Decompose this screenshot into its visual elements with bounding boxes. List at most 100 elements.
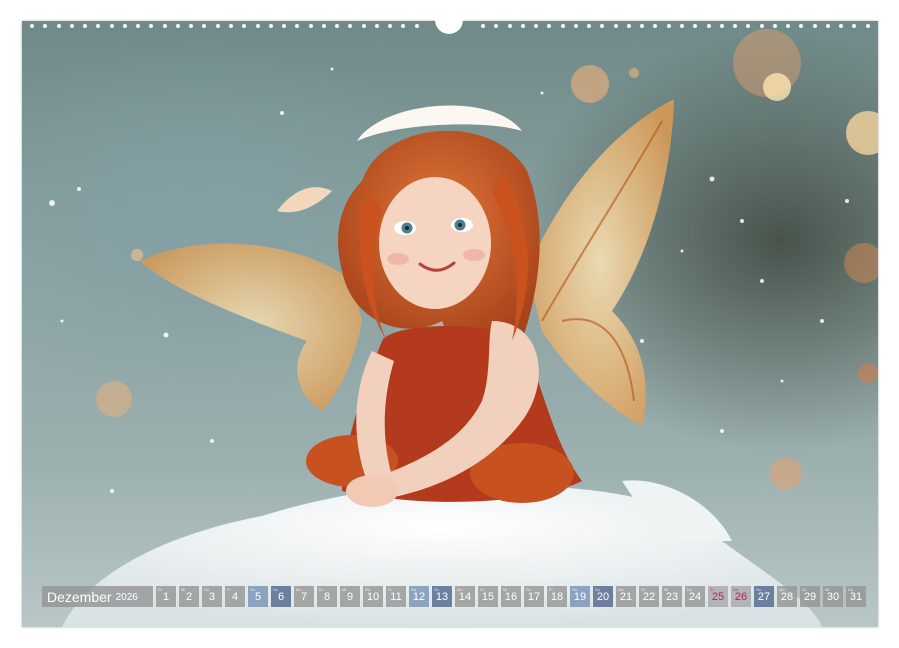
spiral-hole-icon <box>825 24 830 28</box>
day-cell: Mi 2 <box>179 586 199 607</box>
spiral-hole-icon <box>255 24 260 28</box>
spiral-hole-icon <box>215 24 220 28</box>
spiral-hole-icon <box>162 24 167 28</box>
day-number: 2 <box>185 591 193 603</box>
day-number: 29 <box>803 591 817 603</box>
day-number: 5 <box>254 591 262 603</box>
day-cell: Fr 4 <box>225 586 245 607</box>
day-number: 24 <box>688 591 702 603</box>
spiral-hole-icon <box>175 24 180 28</box>
day-number: 6 <box>277 591 285 603</box>
spiral-hole-icon <box>149 24 154 28</box>
day-cell: Di 29 <box>800 586 820 607</box>
spiral-hole-icon <box>494 24 499 28</box>
fairy-wing-right <box>527 99 674 426</box>
day-cell: Mo 14 <box>455 586 475 607</box>
day-cell: Fr 25 <box>708 586 728 607</box>
spiral-hole-icon <box>865 24 870 28</box>
spiral-hole-icon <box>242 24 247 28</box>
day-cell: Do 3 <box>202 586 222 607</box>
spiral-hole-icon <box>335 24 340 28</box>
fairy-face <box>379 177 491 309</box>
calendar-strip: Dezember 2026 Di 1 Mi 2 Do 3 Fr 4 Sa 5 So 6 Mo 7 Di 8 Mi… <box>42 586 866 607</box>
day-number: 16 <box>504 591 518 603</box>
day-number: 18 <box>550 591 564 603</box>
day-cell: Mo 28 <box>777 586 797 607</box>
spiral-hole-icon <box>401 24 406 28</box>
spiral-hole-icon <box>666 24 671 28</box>
day-cell: Do 17 <box>524 586 544 607</box>
day-number: 23 <box>665 591 679 603</box>
spiral-hole-icon <box>786 24 791 28</box>
day-cell: Do 24 <box>685 586 705 607</box>
month-name: Dezember <box>47 588 112 605</box>
spiral-hole-icon <box>308 24 313 28</box>
spiral-hole-icon <box>295 24 300 28</box>
day-cell: Mo 7 <box>294 586 314 607</box>
day-number: 13 <box>435 591 449 603</box>
spiral-hole-icon <box>96 24 101 28</box>
spiral-hole-icon <box>733 24 738 28</box>
day-number: 4 <box>231 591 239 603</box>
day-cell: Sa 12 <box>409 586 429 607</box>
day-cell: Mi 23 <box>662 586 682 607</box>
day-number: 31 <box>849 591 863 603</box>
spiral-hole-icon <box>772 24 777 28</box>
spiral-hole-icon <box>388 24 393 28</box>
spiral-hole-icon <box>282 24 287 28</box>
spiral-hole-icon <box>693 24 698 28</box>
spiral-hole-icon <box>799 24 804 28</box>
spiral-hole-icon <box>374 24 379 28</box>
spiral-hole-icon <box>321 24 326 28</box>
spiral-hole-icon <box>587 24 592 28</box>
day-number: 8 <box>323 591 331 603</box>
spiral-hole-icon <box>414 24 419 28</box>
day-cell: Di 15 <box>478 586 498 607</box>
spiral-hole-icon <box>746 24 751 28</box>
day-cell: Mi 16 <box>501 586 521 607</box>
day-number: 7 <box>300 591 308 603</box>
day-number: 15 <box>481 591 495 603</box>
bokeh-light <box>770 458 802 490</box>
spiral-hole-icon <box>481 24 486 28</box>
day-number: 27 <box>757 591 771 603</box>
day-cell: Mo 21 <box>616 586 636 607</box>
bokeh-light <box>571 65 609 103</box>
day-number: 22 <box>642 591 656 603</box>
month-year: 2026 <box>115 592 138 603</box>
spiral-hole-icon <box>759 24 764 28</box>
day-cell: So 6 <box>271 586 291 607</box>
day-number: 21 <box>619 591 633 603</box>
spiral-hole-icon <box>109 24 114 28</box>
day-number: 9 <box>346 591 354 603</box>
day-cell: Fr 11 <box>386 586 406 607</box>
day-number: 14 <box>458 591 472 603</box>
fairy-wing-left <box>140 243 362 411</box>
spiral-hole-icon <box>189 24 194 28</box>
spiral-hole-icon <box>839 24 844 28</box>
day-cell: So 27 <box>754 586 774 607</box>
bokeh-light <box>763 73 791 101</box>
day-cell: Mi 9 <box>340 586 360 607</box>
day-cell: Do 10 <box>363 586 383 607</box>
spiral-hole-icon <box>626 24 631 28</box>
spiral-hole-icon <box>852 24 857 28</box>
day-number: 28 <box>780 591 794 603</box>
day-cell: So 20 <box>593 586 613 607</box>
spiral-hole-icon <box>534 24 539 28</box>
day-cell: Di 8 <box>317 586 337 607</box>
spiral-hole-icon <box>348 24 353 28</box>
spiral-hole-icon <box>520 24 525 28</box>
day-cell: Di 22 <box>639 586 659 607</box>
spiral-hole-icon <box>600 24 605 28</box>
day-number: 20 <box>596 591 610 603</box>
bokeh-light <box>96 381 132 417</box>
spiral-hole-icon <box>560 24 565 28</box>
spiral-hole-icon <box>719 24 724 28</box>
spiral-hole-icon <box>361 24 366 28</box>
day-number: 3 <box>208 591 216 603</box>
bokeh-light <box>858 363 878 383</box>
spiral-hole-icon <box>680 24 685 28</box>
spiral-hole-icon <box>573 24 578 28</box>
spiral-hole-icon <box>43 24 48 28</box>
